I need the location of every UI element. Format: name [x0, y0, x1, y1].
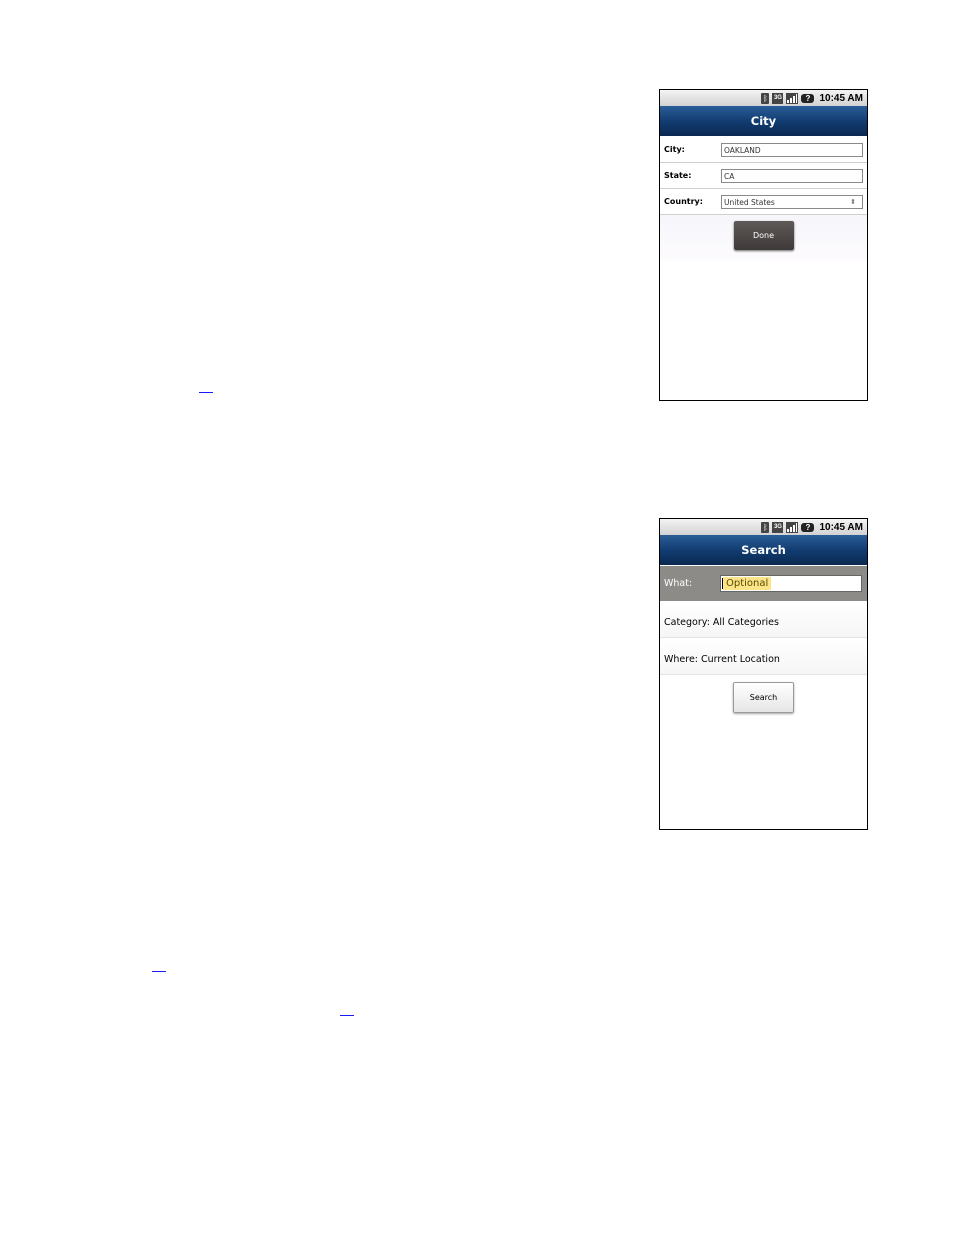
footnote-link[interactable]	[340, 1015, 354, 1016]
country-row: Country: United States ⬍	[660, 189, 867, 215]
state-input[interactable]: CA	[721, 168, 863, 183]
city-input[interactable]: OAKLAND	[721, 142, 863, 157]
done-button[interactable]: Done	[733, 220, 794, 250]
what-placeholder: Optional	[723, 577, 772, 590]
unknown-status-icon: ?	[801, 93, 815, 103]
status-bar: ᛒ 3G ? 10:45 AM	[660, 519, 867, 535]
done-area: Done	[660, 215, 867, 261]
search-screen: ᛒ 3G ? 10:45 AM Search What: Optional Ca…	[659, 518, 868, 830]
city-screen: ᛒ 3G ? 10:45 AM City City: OAKLAND State…	[659, 89, 868, 401]
signal-icon	[786, 92, 799, 104]
status-time: 10:45 AM	[819, 521, 863, 533]
3g-icon: 3G	[772, 521, 784, 533]
status-time: 10:45 AM	[819, 92, 863, 104]
unknown-status-icon: ?	[801, 522, 815, 532]
category-row[interactable]: Category: All Categories	[660, 601, 867, 638]
signal-icon	[786, 521, 799, 533]
state-label: State:	[664, 171, 692, 180]
search-button[interactable]: Search	[733, 681, 794, 713]
bluetooth-icon: ᛒ	[761, 92, 770, 104]
screen-title: Search	[660, 535, 867, 565]
footnote-link[interactable]	[199, 392, 213, 393]
select-arrows-icon: ⬍	[850, 197, 856, 206]
what-row: What: Optional	[660, 566, 867, 601]
what-input[interactable]: Optional	[720, 575, 862, 592]
country-label: Country:	[664, 197, 703, 206]
state-row: State: CA	[660, 163, 867, 189]
city-row: City: OAKLAND	[660, 137, 867, 163]
city-label: City:	[664, 145, 685, 154]
what-label: What:	[664, 578, 693, 589]
country-select[interactable]: United States ⬍	[721, 194, 863, 209]
country-value: United States	[724, 197, 775, 207]
status-bar: ᛒ 3G ? 10:45 AM	[660, 90, 867, 106]
search-area: Search	[660, 675, 867, 719]
where-row[interactable]: Where: Current Location	[660, 638, 867, 675]
screen-title: City	[660, 106, 867, 136]
footnote-link[interactable]	[152, 971, 166, 972]
bluetooth-icon: ᛒ	[761, 521, 770, 533]
3g-icon: 3G	[772, 92, 784, 104]
